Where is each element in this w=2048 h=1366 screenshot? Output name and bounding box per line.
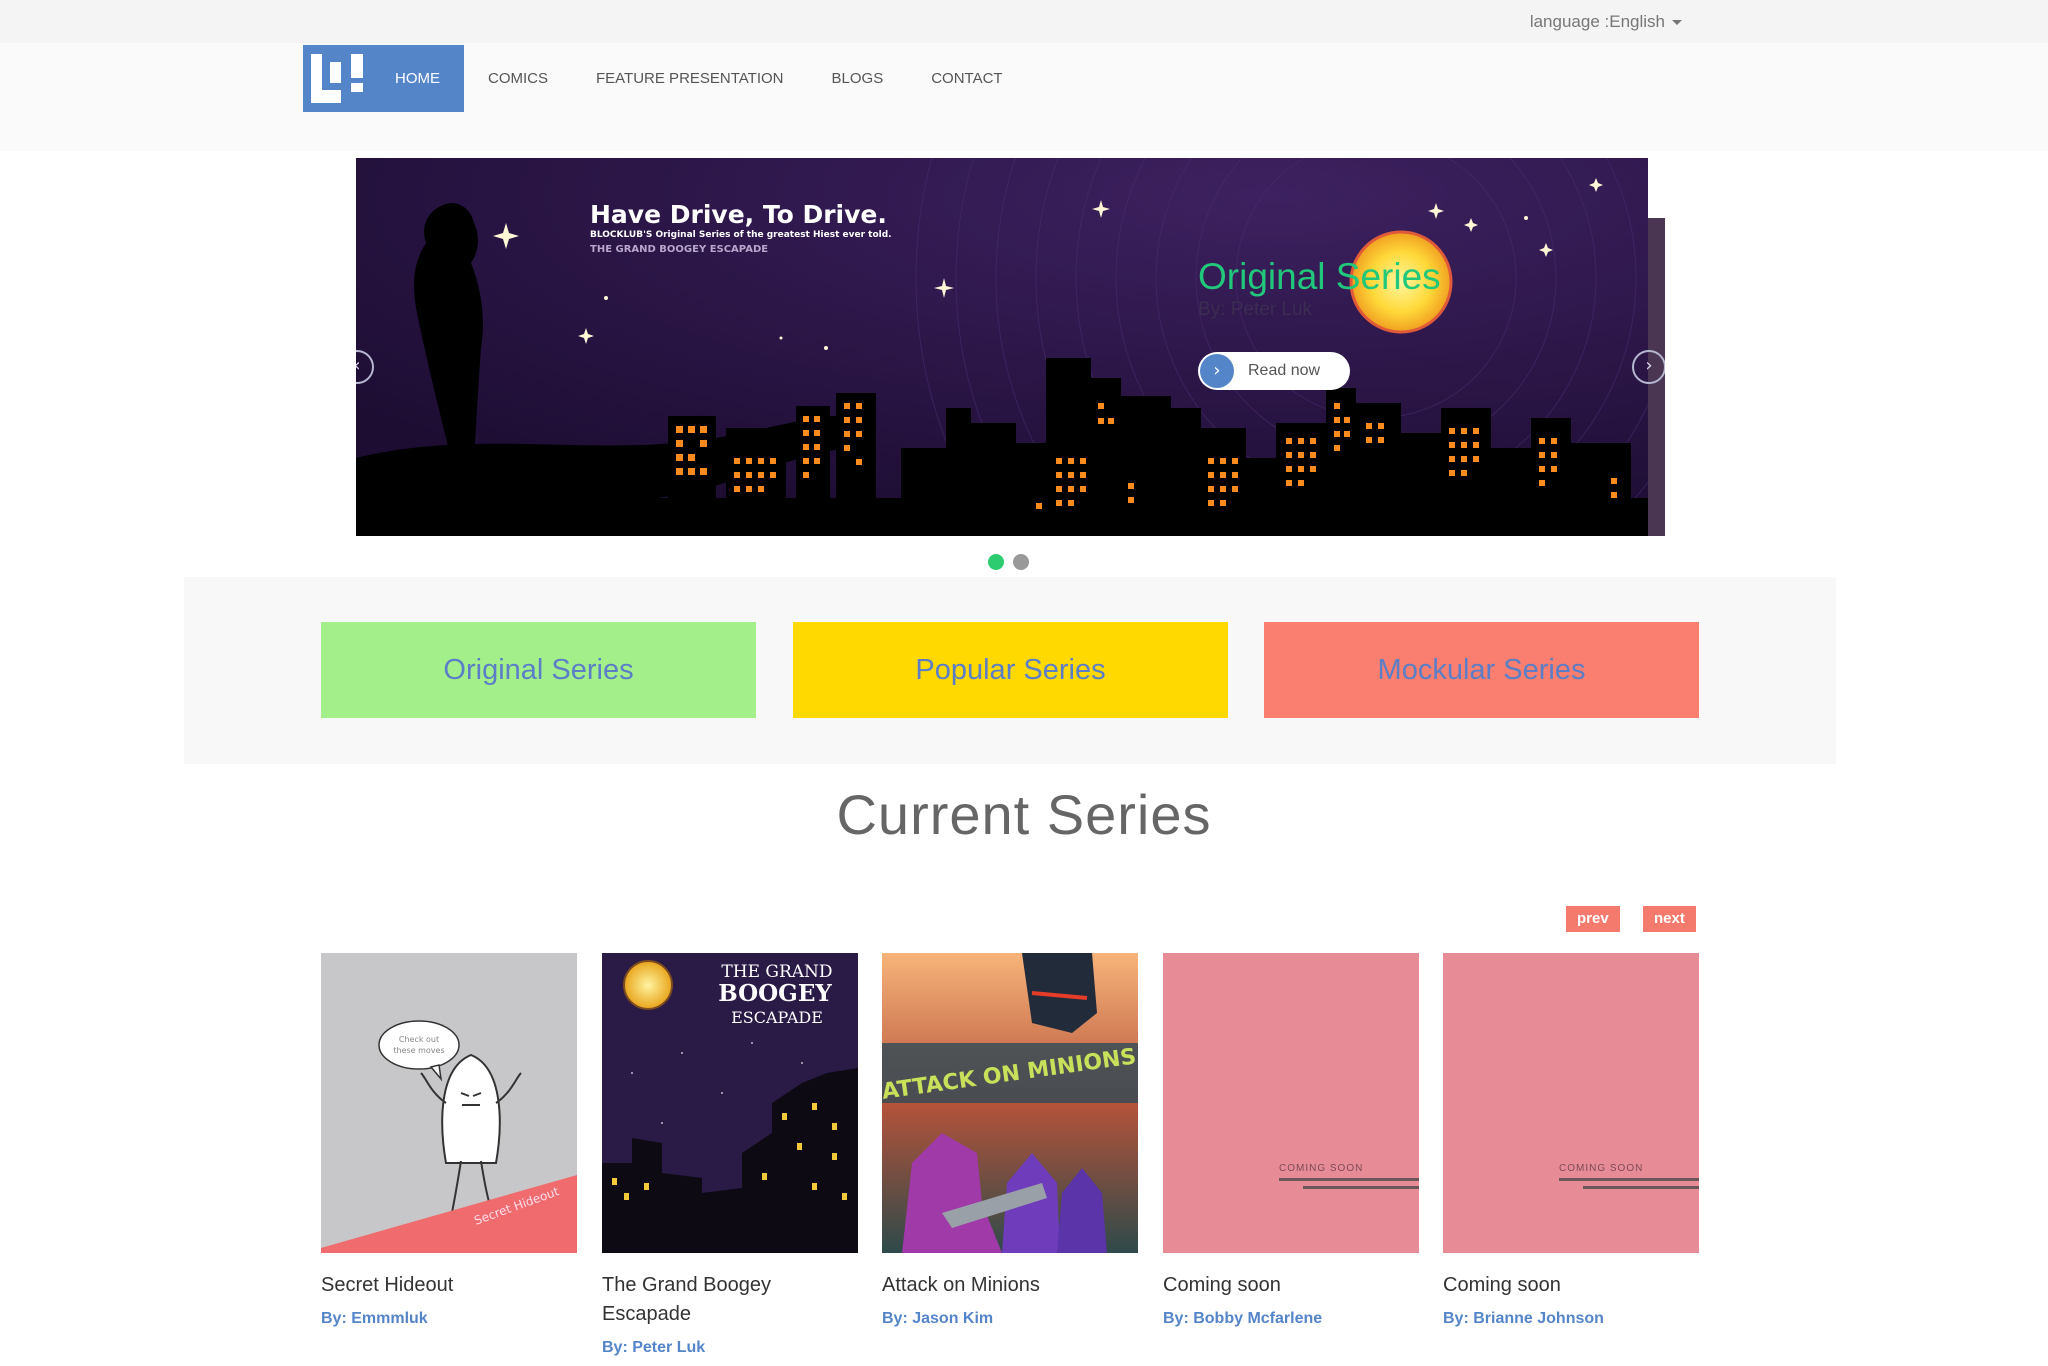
attack-on-minions-illustration: ATTACK ON MINIONS [882,953,1138,1253]
book-title[interactable]: Coming soon [1443,1271,1699,1300]
book-title[interactable]: Attack on Minions [882,1271,1138,1300]
slide-author: By: Peter Luk [1198,299,1313,320]
divider [1279,1178,1419,1181]
book-author[interactable]: By: Jason Kim [882,1310,1138,1328]
mockular-series-card[interactable]: Mockular Series [1264,622,1699,718]
cover-title-line-3: ESCAPADE [731,1008,823,1027]
carousel-indicators [988,554,1029,570]
prev-button[interactable]: prev [1566,906,1620,932]
secret-hideout-illustration: Check out these moves Secret Hideout [321,1020,577,1253]
language-label: language :English [1529,12,1665,31]
speech-bubble-line-2: these moves [393,1046,444,1055]
book-title[interactable]: Coming soon [1163,1271,1419,1300]
book-author[interactable]: By: Bobby Mcfarlene [1163,1310,1419,1328]
grand-boogey-illustration: THE GRAND BOOGEY ESCAPADE [602,953,858,1253]
book-author[interactable]: By: Brianne Johnson [1443,1310,1699,1328]
cover-title-line-2: BOOGEY [718,980,832,1007]
logo-icon [311,54,363,103]
nav-comics[interactable]: COMICS [464,45,572,112]
banner-subtitle: BLOCKLUB'S Original Series of the greate… [590,230,892,240]
read-now-button[interactable]: › Read now [1198,352,1350,390]
cover-title-line-1: THE GRAND [721,962,832,982]
carousel-dot-2[interactable] [1013,554,1029,570]
book-author[interactable]: By: Peter Luk [602,1339,858,1357]
divider [1303,1186,1419,1189]
series-card-coming-soon-1: COMING SOON Coming soon By: Bobby Mcfarl… [1163,953,1419,1328]
nav-feature-presentation[interactable]: FEATURE PRESENTATION [572,45,808,112]
main-navbar: HOME COMICS FEATURE PRESENTATION BLOGS C… [0,43,2048,151]
banner-title: Have Drive, To Drive. [590,200,887,229]
book-author[interactable]: By: Emmmluk [321,1310,577,1328]
series-card-secret-hideout: Check out these moves Secret Hideout Sec… [321,953,577,1328]
divider [1583,1186,1699,1189]
series-category-strip: Original Series Popular Series Mockular … [184,577,1836,764]
book-title[interactable]: Secret Hideout [321,1271,577,1300]
series-card-grand-boogey: THE GRAND BOOGEY ESCAPADE The Grand Boog… [602,953,858,1357]
coming-soon-label: COMING SOON [1559,1163,1644,1174]
coming-soon-label: COMING SOON [1279,1163,1364,1174]
speech-bubble-line-1: Check out [399,1035,439,1044]
book-title[interactable]: The Grand Boogey Escapade [602,1271,858,1329]
slide-title: Original Series [1198,256,1441,297]
site-logo[interactable] [303,45,371,112]
hero-night-city-illustration [356,158,1665,536]
primary-nav: HOME COMICS FEATURE PRESENTATION BLOGS C… [371,45,1027,112]
caret-down-icon [1672,20,1682,26]
nav-contact[interactable]: CONTACT [907,45,1026,112]
original-series-card[interactable]: Original Series [321,622,756,718]
cover-coming-soon[interactable]: COMING SOON [1443,953,1699,1253]
divider [1559,1178,1699,1181]
read-now-label: Read now [1248,362,1321,379]
banner-series-name: THE GRAND BOOGEY ESCAPADE [590,244,769,255]
nav-blogs[interactable]: BLOGS [808,45,908,112]
cover-grand-boogey[interactable]: THE GRAND BOOGEY ESCAPADE [602,953,858,1253]
hero-carousel[interactable]: Have Drive, To Drive. BLOCKLUB'S Origina… [356,158,1665,536]
carousel-dot-1[interactable] [988,554,1004,570]
cover-secret-hideout[interactable]: Check out these moves Secret Hideout [321,953,577,1253]
series-card-coming-soon-2: COMING SOON Coming soon By: Brianne John… [1443,953,1699,1328]
language-bar: language :English [0,0,2048,43]
popular-series-card[interactable]: Popular Series [793,622,1228,718]
nav-home[interactable]: HOME [371,45,464,112]
carousel-next-arrow[interactable]: › [1632,350,1665,384]
next-button[interactable]: next [1643,906,1696,932]
cover-attack-on-minions[interactable]: ATTACK ON MINIONS [882,953,1138,1253]
current-series-heading: Current Series [836,783,1212,846]
chevron-right-icon: › [1200,354,1234,388]
language-selector[interactable]: language :English [1530,12,1682,32]
cover-coming-soon[interactable]: COMING SOON [1163,953,1419,1253]
series-card-attack-on-minions: ATTACK ON MINIONS Attack on Minions By: … [882,953,1138,1328]
